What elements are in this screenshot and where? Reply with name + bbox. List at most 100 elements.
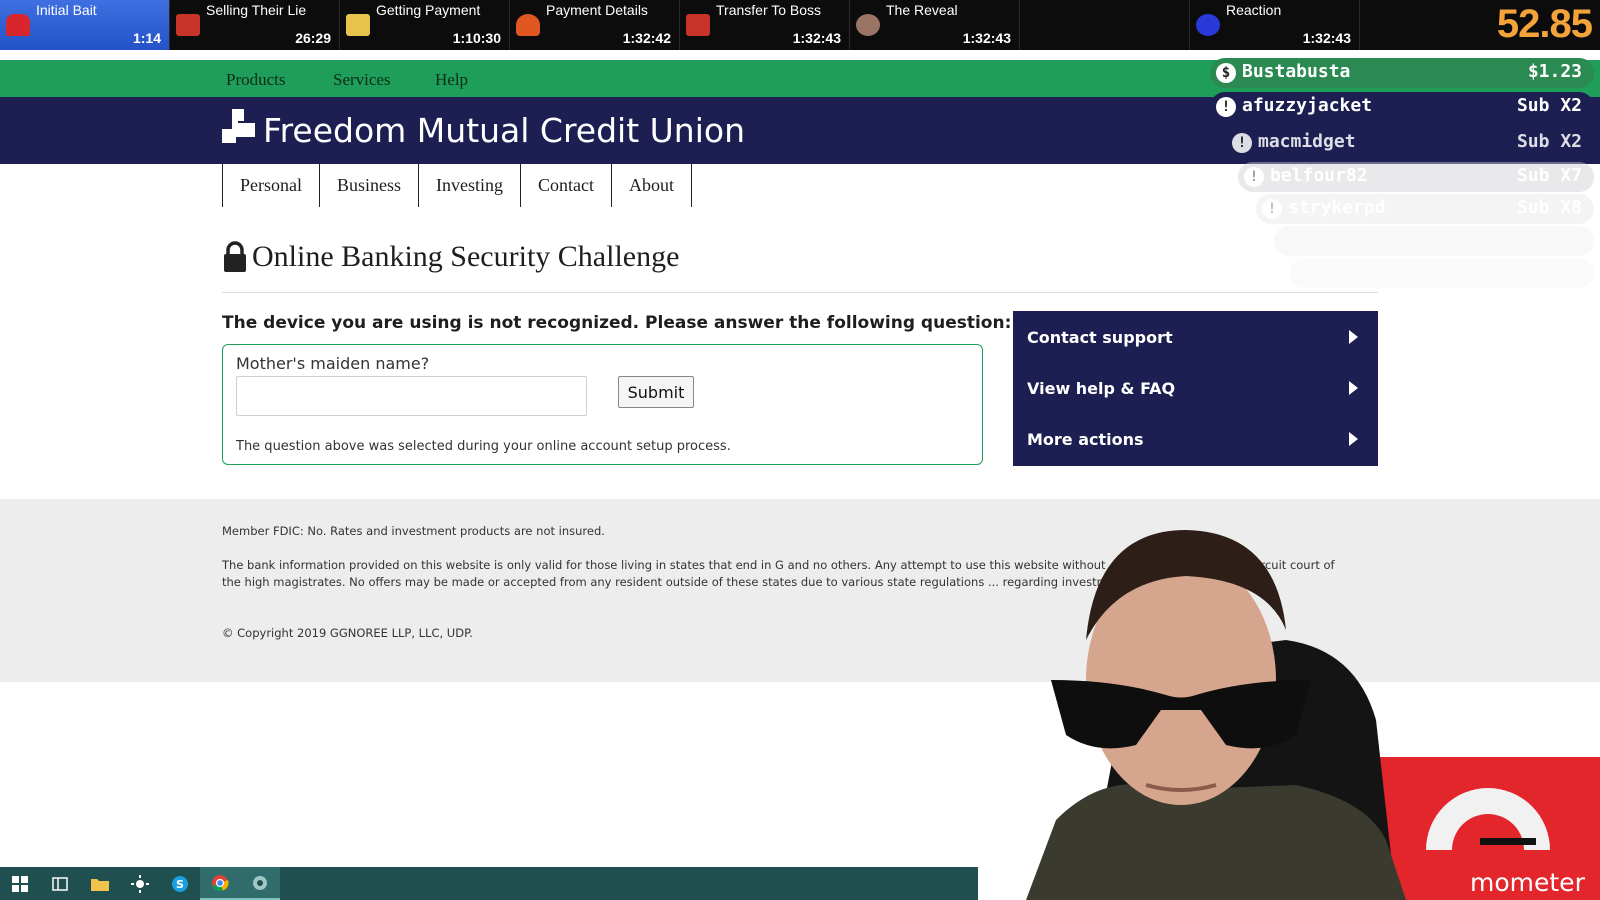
lock-icon <box>224 241 246 272</box>
alert-icon: ! <box>1262 199 1282 219</box>
contact-support-link[interactable]: Contact support <box>1013 318 1378 369</box>
split-time: 1:32:43 <box>792 30 841 46</box>
split-name: Transfer To Boss <box>716 2 822 18</box>
event-item-faded <box>1274 226 1594 256</box>
tab-personal[interactable]: Personal <box>222 164 320 207</box>
sunglasses-face-icon <box>856 14 880 36</box>
split-timer-bar: Initial Bait 1:14 Selling Their Lie 26:2… <box>0 0 1600 50</box>
monster-face-icon <box>1196 14 1220 36</box>
split-time: 1:10:30 <box>452 30 501 46</box>
answer-input[interactable] <box>236 376 587 416</box>
stream-brand: mometer <box>1470 868 1585 897</box>
app-icon[interactable] <box>240 867 280 900</box>
split-time: 1:32:43 <box>962 30 1011 46</box>
action-label: View help & FAQ <box>1027 379 1176 398</box>
event-amount: Sub X2 <box>1516 131 1582 152</box>
tab-about[interactable]: About <box>611 164 693 207</box>
event-amount: Sub X7 <box>1516 165 1582 186</box>
chrome-icon[interactable] <box>200 867 240 900</box>
wallet-icon <box>686 14 710 36</box>
alert-icon: ! <box>1244 167 1264 187</box>
split-empty <box>1020 0 1190 50</box>
nav-help[interactable]: Help <box>435 70 468 90</box>
action-label: More actions <box>1027 430 1144 449</box>
event-item: ! macmidget Sub X2 <box>1226 128 1594 158</box>
action-label: Contact support <box>1027 328 1173 347</box>
security-question-box: Mother's maiden name? Submit The questio… <box>222 344 983 465</box>
dollar-icon: $ <box>1216 63 1236 83</box>
footer-fdic: Member FDIC: No. Rates and investment pr… <box>222 524 605 538</box>
page-heading: Online Banking Security Challenge <box>222 240 679 274</box>
split-payment-details: Payment Details 1:32:42 <box>510 0 680 50</box>
chevron-right-icon <box>1349 381 1358 395</box>
footer-copyright: © Copyright 2019 GGNOREE LLP, LLC, UDP. <box>222 626 473 640</box>
help-faq-link[interactable]: View help & FAQ <box>1013 369 1378 420</box>
event-amount: Sub X2 <box>1516 95 1582 116</box>
tab-investing[interactable]: Investing <box>418 164 522 207</box>
question-note: The question above was selected during y… <box>236 439 731 454</box>
split-selling-their-lie: Selling Their Lie 26:29 <box>170 0 340 50</box>
brightness-icon[interactable] <box>120 867 160 900</box>
tab-contact[interactable]: Contact <box>520 164 613 207</box>
split-name: The Reveal <box>886 2 958 18</box>
event-user: strykerpd <box>1288 197 1386 218</box>
event-item-faded <box>1290 258 1594 288</box>
chevron-right-icon <box>1349 432 1358 446</box>
money-icon <box>346 14 370 36</box>
flame-icon <box>516 14 540 36</box>
page-title: Online Banking Security Challenge <box>252 240 680 273</box>
split-time: 1:32:43 <box>1302 30 1351 46</box>
event-user: afuzzyjacket <box>1242 95 1373 116</box>
chevron-right-icon <box>1349 330 1358 344</box>
split-getting-payment: Getting Payment 1:10:30 <box>340 0 510 50</box>
split-name: Selling Their Lie <box>206 2 307 18</box>
siren-icon <box>6 14 30 36</box>
event-item: ! afuzzyjacket Sub X2 <box>1210 92 1594 122</box>
event-user: macmidget <box>1258 131 1356 152</box>
event-item: ! strykerpd Sub X8 <box>1256 194 1594 224</box>
question-label: Mother's maiden name? <box>236 354 430 373</box>
skype-icon[interactable]: S <box>160 867 200 900</box>
event-amount: $1.23 <box>1527 61 1582 82</box>
split-name: Getting Payment <box>376 2 481 18</box>
main-nav: Personal Business Investing Contact Abou… <box>222 164 693 207</box>
event-user: belfour82 <box>1270 165 1368 186</box>
alert-icon: ! <box>1232 133 1252 153</box>
more-actions-link[interactable]: More actions <box>1013 420 1378 471</box>
streamer-webcam <box>1026 530 1600 900</box>
webcam-overlay <box>966 520 1600 900</box>
task-view-icon[interactable] <box>40 867 80 900</box>
tab-business[interactable]: Business <box>319 164 420 207</box>
event-item: $ Bustabusta $1.23 <box>1210 58 1594 88</box>
split-reaction: Reaction 1:32:43 <box>1190 0 1360 50</box>
file-explorer-icon[interactable] <box>80 867 120 900</box>
timer-value: 52.85 <box>1496 2 1593 46</box>
divider <box>222 292 1378 293</box>
svg-text:S: S <box>176 878 184 891</box>
split-name: Reaction <box>1226 2 1282 18</box>
actions-panel: Contact support View help & FAQ More act… <box>1013 311 1378 466</box>
split-the-reveal: The Reveal 1:32:43 <box>850 0 1020 50</box>
event-amount: Sub X8 <box>1516 197 1582 218</box>
split-initial-bait: Initial Bait 1:14 <box>0 0 170 50</box>
windows-taskbar: S <box>0 867 978 900</box>
run-timer: 52.85 <box>1360 0 1600 50</box>
split-time: 1:32:42 <box>622 30 671 46</box>
submit-button[interactable]: Submit <box>618 376 694 408</box>
stream-event-list: $ Bustabusta $1.23 ! afuzzyjacket Sub X2… <box>1210 58 1594 298</box>
wallet-icon <box>176 14 200 36</box>
split-name: Payment Details <box>546 2 648 18</box>
nav-products[interactable]: Products <box>226 70 286 90</box>
split-transfer-to-boss: Transfer To Boss 1:32:43 <box>680 0 850 50</box>
nav-services[interactable]: Services <box>333 70 391 90</box>
split-time: 1:14 <box>132 30 161 46</box>
split-time: 26:29 <box>295 30 331 46</box>
alert-icon: ! <box>1216 97 1236 117</box>
bank-logo-icon <box>222 109 255 143</box>
bank-name: Freedom Mutual Credit Union <box>263 111 745 150</box>
windows-start-icon[interactable] <box>0 867 40 900</box>
split-name: Initial Bait <box>36 2 97 18</box>
security-prompt: The device you are using is not recogniz… <box>222 313 1012 333</box>
event-item: ! belfour82 Sub X7 <box>1238 162 1594 192</box>
event-user: Bustabusta <box>1242 61 1351 82</box>
